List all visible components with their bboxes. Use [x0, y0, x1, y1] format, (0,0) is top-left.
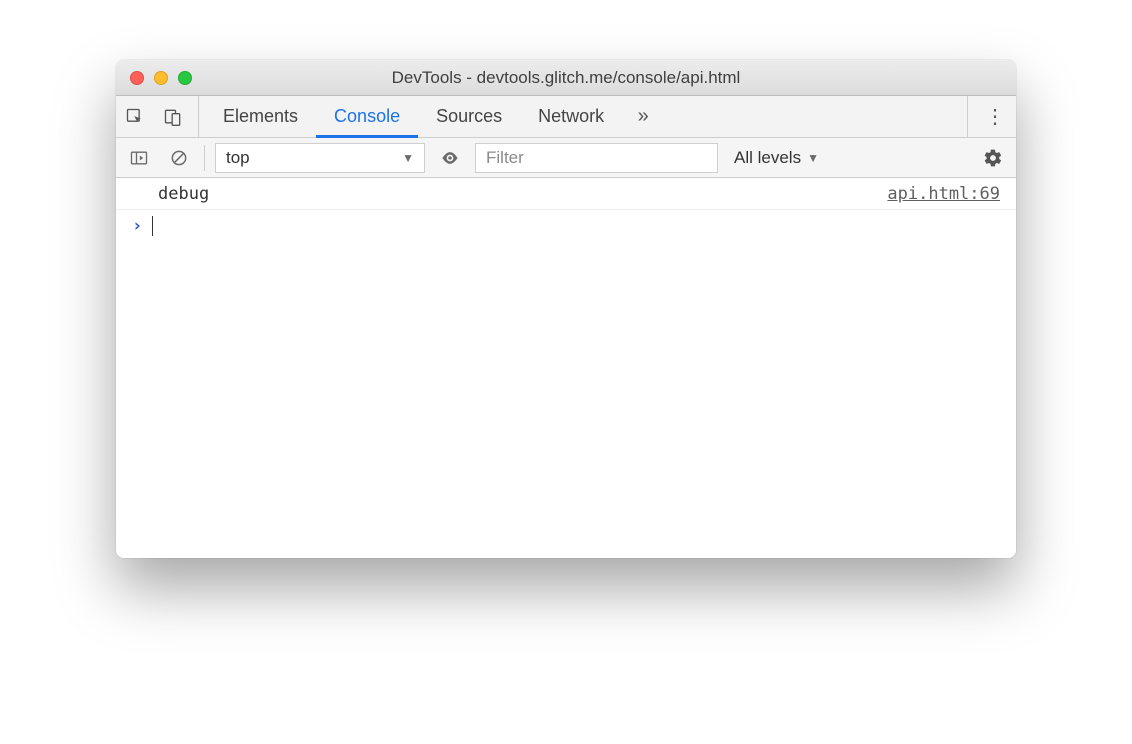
console-toolbar: top ▼ All levels ▼ [116, 138, 1016, 178]
kebab-menu-icon[interactable]: ⋮ [974, 96, 1016, 137]
filter-input[interactable] [475, 143, 718, 173]
log-levels-selector[interactable]: All levels ▼ [728, 148, 825, 168]
toggle-sidebar-icon[interactable] [124, 143, 154, 173]
chevron-down-icon: ▼ [807, 151, 819, 165]
close-window-button[interactable] [130, 71, 144, 85]
inspect-element-icon[interactable] [116, 96, 154, 137]
context-selector[interactable]: top ▼ [215, 143, 425, 173]
chevron-down-icon: ▼ [402, 151, 414, 165]
window-title: DevTools - devtools.glitch.me/console/ap… [116, 68, 1016, 88]
live-expression-icon[interactable] [435, 143, 465, 173]
separator [967, 96, 968, 137]
zoom-window-button[interactable] [178, 71, 192, 85]
panel-tab-bar: Elements Console Sources Network » ⋮ [116, 96, 1016, 138]
prompt-chevron-icon: › [132, 216, 142, 236]
traffic-lights [116, 71, 192, 85]
more-tabs-button[interactable]: » [622, 96, 664, 137]
tab-sources[interactable]: Sources [418, 96, 520, 137]
console-message-row: debug api.html:69 [116, 178, 1016, 210]
titlebar: DevTools - devtools.glitch.me/console/ap… [116, 60, 1016, 96]
levels-label: All levels [734, 148, 801, 168]
minimize-window-button[interactable] [154, 71, 168, 85]
message-source-link[interactable]: api.html:69 [887, 184, 1000, 204]
context-value: top [226, 148, 250, 168]
separator [198, 96, 199, 137]
clear-console-icon[interactable] [164, 143, 194, 173]
tab-network[interactable]: Network [520, 96, 622, 137]
tab-console[interactable]: Console [316, 96, 418, 137]
tab-elements[interactable]: Elements [205, 96, 316, 137]
console-output: debug api.html:69 › [116, 178, 1016, 558]
device-toggle-icon[interactable] [154, 96, 192, 137]
devtools-window: DevTools - devtools.glitch.me/console/ap… [116, 60, 1016, 558]
console-settings-icon[interactable] [978, 143, 1008, 173]
console-prompt[interactable]: › [116, 210, 1016, 242]
separator [204, 145, 205, 171]
text-cursor [152, 216, 153, 236]
message-text: debug [132, 184, 209, 204]
